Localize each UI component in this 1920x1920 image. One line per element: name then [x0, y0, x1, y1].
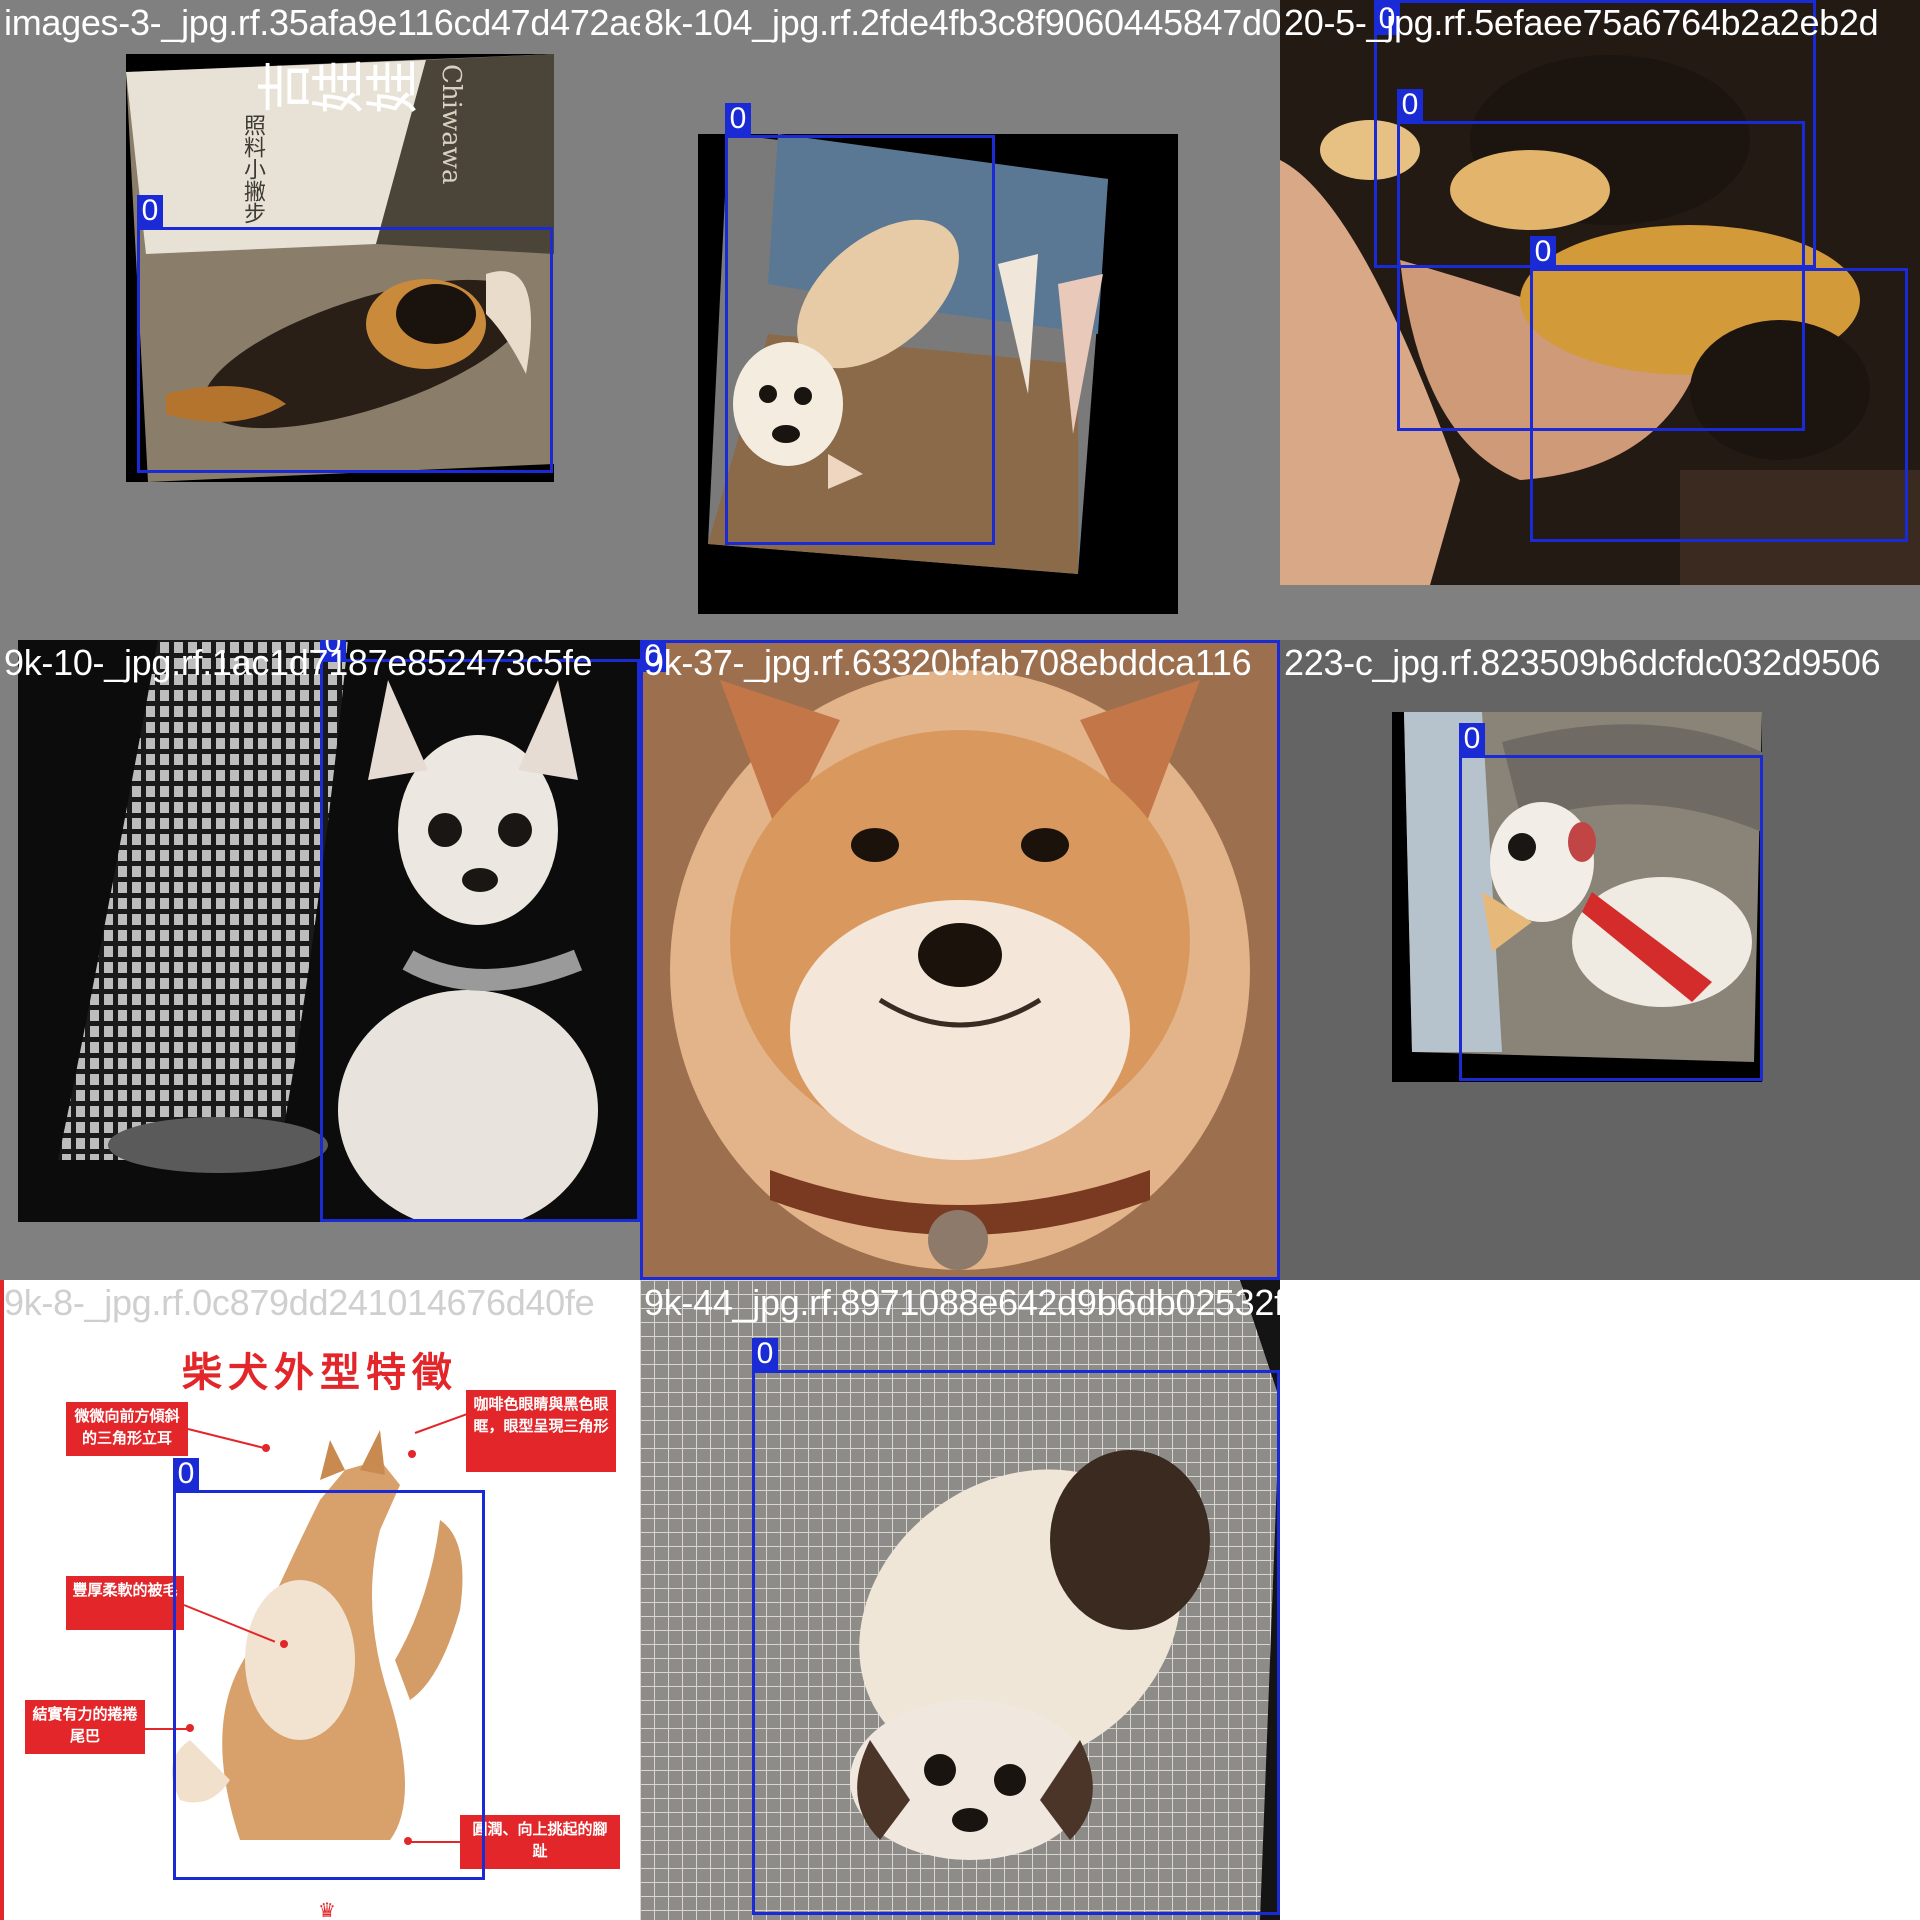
bbox-class-tag: 0 [1397, 89, 1423, 121]
bbox-class-tag: 0 [1459, 723, 1485, 755]
callout-eyes: 咖啡色眼睛與黑色眼眶，眼型呈現三角形 [466, 1390, 616, 1472]
tile-4-bbox[interactable]: 0 [320, 640, 640, 1222]
bbox-class-tag: 0 [137, 195, 163, 227]
tile-1: 吉娃娃 照料小撇步 Chiwawa images-3-_jpg.rf.35afa… [0, 0, 640, 640]
tile-8: 9k-44_jpg.rf.8971088e642d9b6db02532fd018… [640, 1280, 1280, 1920]
tile-3-bbox-3[interactable]: 0 [1530, 236, 1908, 542]
tile-7-label: 9k-8-_jpg.rf.0c879dd241014676d40fe [4, 1282, 595, 1323]
tile-9-empty [1280, 1280, 1920, 1920]
tile-7: 柴犬外型特徵 微微向前方傾斜的三角形立耳 咖啡色眼睛與黑色眼眶，眼型呈現三角形 … [0, 1280, 640, 1920]
tile-4: 9k-10-_jpg.rf.1ac1d7187e852473c5fe 0 [0, 640, 640, 1280]
callout-ears: 微微向前方傾斜的三角形立耳 [66, 1402, 188, 1456]
tile-2: 8k-104_jpg.rf.2fde4fb3c8f9060445847d03 0 [640, 0, 1280, 640]
tile-4-label: 9k-10-_jpg.rf.1ac1d7187e852473c5fe [4, 642, 593, 683]
bbox-class-tag: 0 [752, 1338, 778, 1370]
tile-3-label: 20-5-_jpg.rf.5efaee75a6764b2a2eb2d [1284, 2, 1879, 43]
tile-1-bbox[interactable]: 0 [137, 195, 553, 473]
tile-2-label: 8k-104_jpg.rf.2fde4fb3c8f9060445847d03 [644, 2, 1280, 43]
mosaic-grid: 吉娃娃 照料小撇步 Chiwawa images-3-_jpg.rf.35afa… [0, 0, 1920, 1920]
tile-1-overlay-subtitle: 照料小撇步 [240, 114, 265, 224]
tile-1-overlay-english: Chiwawa [436, 64, 466, 185]
callout-dot [262, 1444, 270, 1452]
tile-6-bbox[interactable]: 0 [1459, 723, 1763, 1081]
tile-3: 20-5-_jpg.rf.5efaee75a6764b2a2eb2d 0 0 0 [1280, 0, 1920, 640]
tile-5: 9k-37-_jpg.rf.63320bfab708ebddca116 0 [640, 640, 1280, 1280]
tile-8-bbox[interactable]: 0 [752, 1338, 1280, 1915]
tile-6: 223-c_jpg.rf.823509b6dcfdc032d9506 0 [1280, 640, 1920, 1280]
tile-1-label: images-3-_jpg.rf.35afa9e116cd47d472ae7b [4, 2, 640, 43]
tile-2-bbox[interactable]: 0 [725, 103, 995, 545]
tile-7-bbox[interactable]: 0 [173, 1458, 485, 1880]
tile-5-bbox[interactable]: 0 [640, 640, 1280, 1280]
tile-5-label: 9k-37-_jpg.rf.63320bfab708ebddca116 [644, 642, 1252, 683]
bbox-class-tag: 0 [725, 103, 751, 135]
callout-tail: 結實有力的捲捲尾巴 [25, 1700, 145, 1754]
bbox-class-tag: 0 [173, 1458, 199, 1490]
bbox-class-tag: 0 [1530, 236, 1556, 268]
tile-6-label: 223-c_jpg.rf.823509b6dcfdc032d9506 [1284, 642, 1881, 683]
callout-dot [408, 1450, 416, 1458]
tile-1-overlay-title: 吉娃娃 [256, 60, 418, 123]
crown-icon: ♛ [318, 1900, 336, 1920]
callout-coat: 豐厚柔軟的被毛 [66, 1576, 184, 1630]
tile-8-label: 9k-44_jpg.rf.8971088e642d9b6db02532fd018 [644, 1282, 1280, 1323]
